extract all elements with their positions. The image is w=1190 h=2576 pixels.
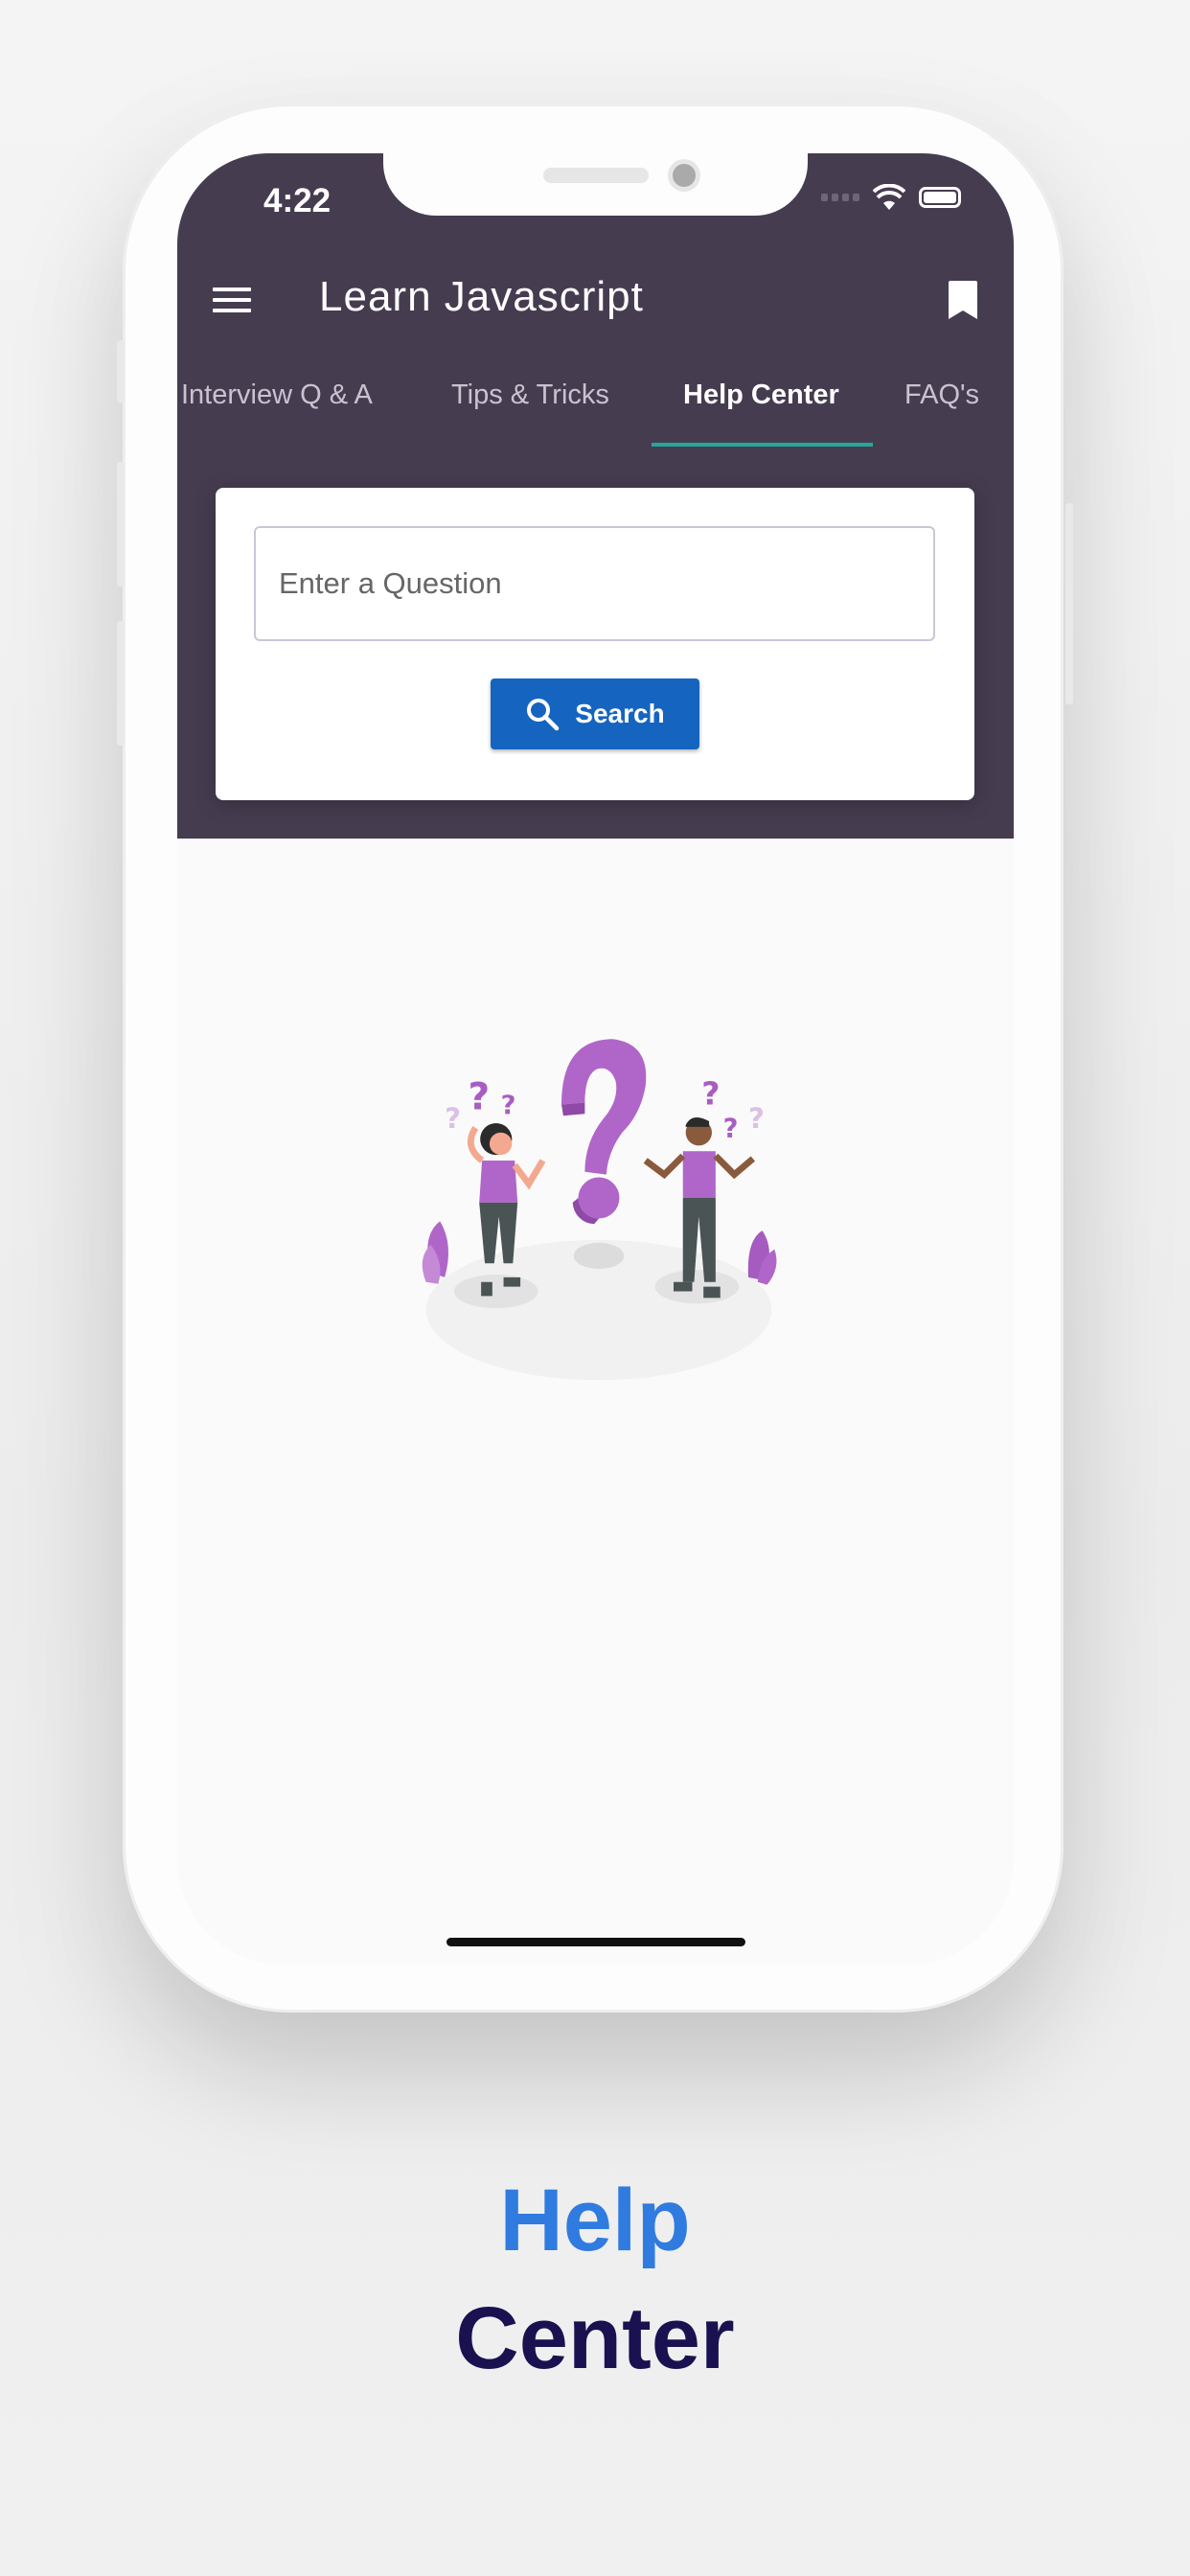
svg-text:?: ?: [748, 1102, 765, 1135]
search-icon: [527, 699, 560, 731]
tab-bar: Interview Q & A Tips & Tricks Help Cente…: [177, 380, 1014, 447]
search-button-label: Search: [575, 699, 665, 728]
status-icons: [821, 184, 961, 211]
menu-button[interactable]: [213, 288, 251, 316]
app-title: Learn Javascript: [319, 273, 644, 320]
tab-faqs[interactable]: FAQ's: [904, 380, 979, 411]
svg-text:?: ?: [501, 1091, 516, 1120]
app-header: 4:22 Learn Javascript Interview Q & A Ti…: [177, 153, 1014, 839]
phone-side-button: [117, 340, 125, 402]
notch: [383, 153, 808, 216]
svg-text:?: ?: [701, 1075, 720, 1113]
tab-tips-tricks[interactable]: Tips & Tricks: [451, 380, 609, 411]
caption-line-2: Center: [455, 2289, 735, 2387]
wifi-icon: [873, 184, 905, 210]
speaker: [543, 168, 649, 183]
tab-help-center[interactable]: Help Center: [683, 380, 839, 411]
battery-icon: [919, 187, 961, 208]
confused-people-illustration: ? ? ? ? ? ?: [422, 1039, 777, 1381]
bookmark-icon[interactable]: [949, 281, 977, 319]
search-card: Search: [216, 488, 974, 800]
phone-side-button: [117, 462, 125, 586]
home-indicator[interactable]: [446, 1938, 745, 1946]
search-button[interactable]: Search: [491, 678, 699, 749]
svg-text:?: ?: [723, 1115, 739, 1144]
camera: [673, 164, 696, 187]
phone-side-button: [117, 621, 125, 746]
app-screen: 4:22 Learn Javascript Interview Q & A Ti…: [177, 153, 1014, 1965]
tab-indicator: [652, 443, 873, 447]
svg-text:?: ?: [469, 1075, 491, 1118]
svg-text:?: ?: [445, 1102, 461, 1135]
question-input[interactable]: [254, 526, 935, 641]
signal-icon: [821, 194, 859, 201]
tab-interview-qa[interactable]: Interview Q & A: [181, 380, 373, 411]
status-time: 4:22: [263, 182, 332, 219]
caption-line-1: Help: [499, 2172, 691, 2269]
phone-side-button: [1065, 503, 1073, 704]
